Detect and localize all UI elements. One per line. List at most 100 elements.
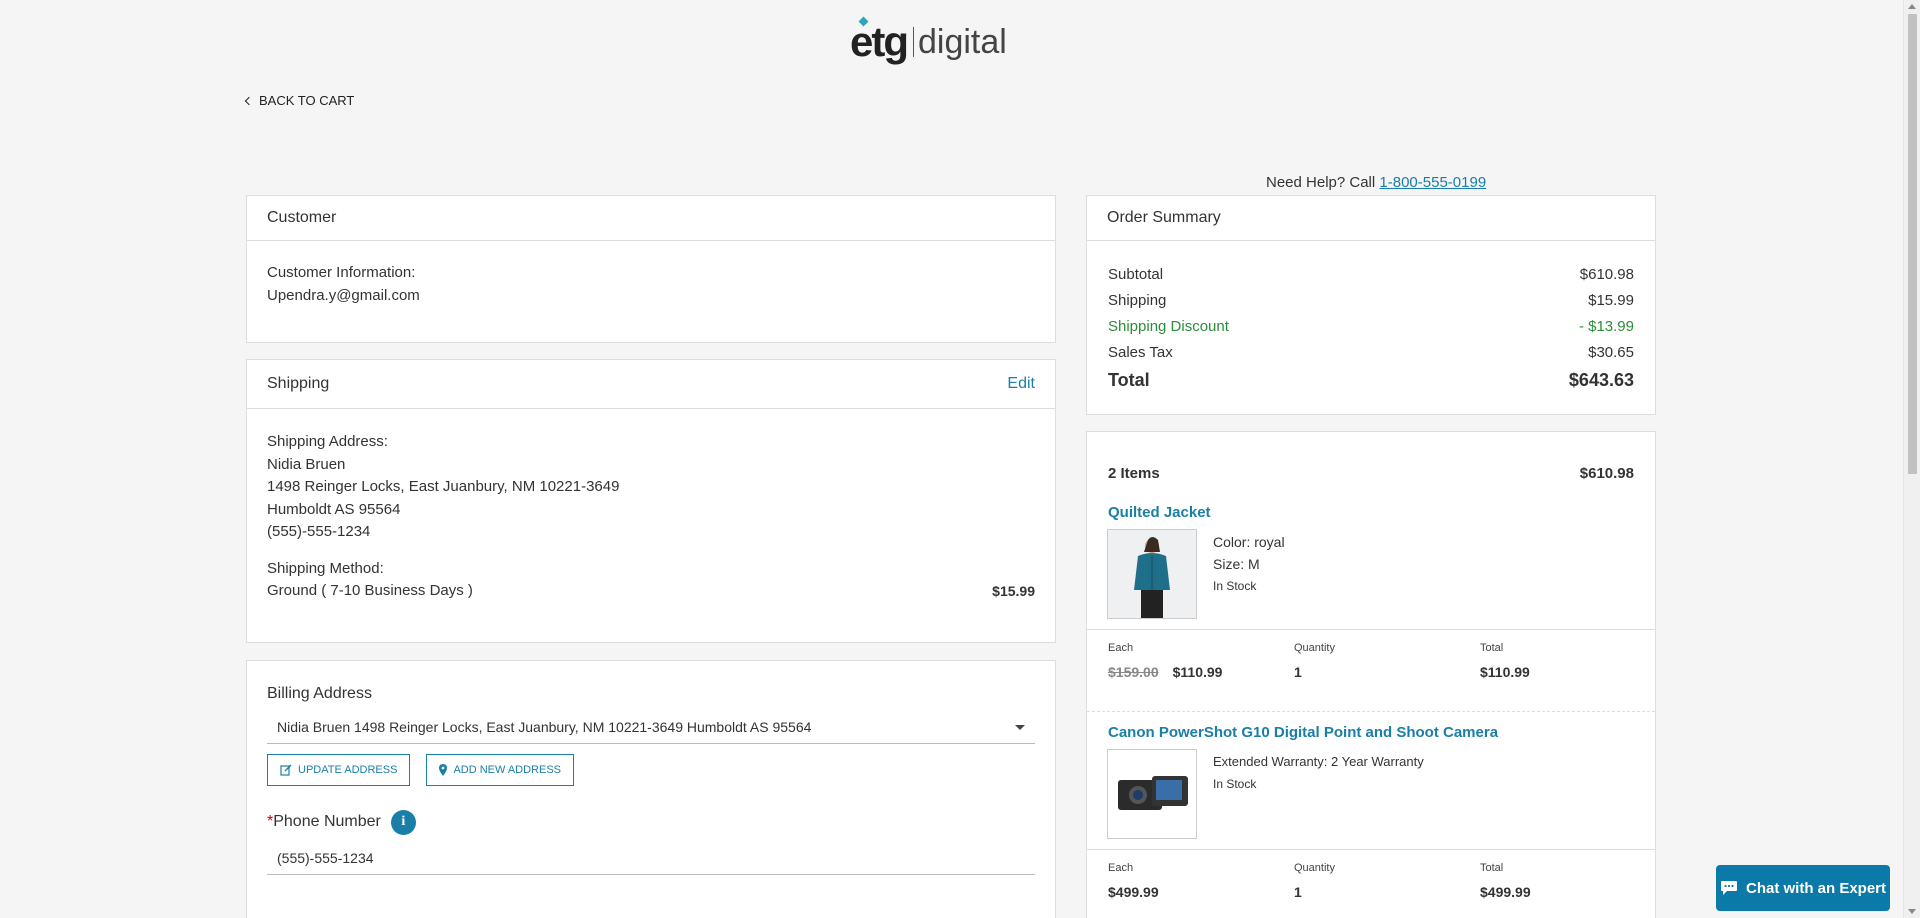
line-total-label: Total	[1480, 642, 1504, 654]
summary-label: Shipping	[1108, 291, 1167, 309]
item-attr-size: Size: M	[1213, 556, 1260, 572]
original-price: $159.00	[1108, 664, 1159, 680]
summary-label: Shipping Discount	[1108, 317, 1229, 335]
help-phone-link[interactable]: 1-800-555-0199	[1379, 174, 1486, 191]
logo-digital: digital	[918, 22, 1007, 61]
help-prefix: Need Help? Call	[1266, 174, 1376, 191]
summary-value: $15.99	[1588, 291, 1634, 309]
shipping-method-label: Shipping Method:	[267, 559, 384, 577]
item-name-link[interactable]: Quilted Jacket	[1087, 504, 1655, 521]
sale-price: $110.99	[1172, 664, 1223, 680]
line-total-value: $110.99	[1480, 664, 1530, 680]
shipping-address-label: Shipping Address:	[267, 433, 388, 450]
shipping-name: Nidia Bruen	[267, 455, 346, 473]
chat-with-expert-button[interactable]: Chat with an Expert	[1716, 865, 1890, 911]
page-scrollbar[interactable]	[1903, 0, 1920, 918]
item-price-row: Each $499.99 Quantity 1 Total $499.99	[1087, 849, 1655, 918]
order-summary-header: Order Summary	[1087, 196, 1655, 241]
chevron-left-icon	[244, 96, 254, 105]
quantity-label: Quantity	[1294, 642, 1335, 654]
summary-row-shipping-discount: Shipping Discount - $13.99	[1108, 313, 1634, 339]
phone-label-text: Phone Number	[273, 812, 381, 830]
item-thumbnail[interactable]	[1107, 749, 1197, 839]
back-to-cart-label: BACK TO CART	[259, 93, 355, 108]
chat-bubble-icon	[1720, 881, 1737, 895]
logo-accent-icon	[858, 16, 869, 27]
order-summary-panel: Order Summary Subtotal $610.98 Shipping …	[1086, 195, 1656, 415]
map-pin-icon	[439, 763, 448, 776]
edit-shipping-link[interactable]: Edit	[1007, 375, 1035, 393]
cart-items-panel: 2 Items $610.98 Quilted Jacket Color: ro…	[1086, 431, 1656, 918]
item-name-link[interactable]: Canon PowerShot G10 Digital Point and Sh…	[1087, 724, 1655, 741]
scroll-down-icon[interactable]	[1908, 909, 1916, 914]
summary-row-sales-tax: Sales Tax $30.65	[1108, 339, 1634, 365]
item-attr-warranty: Extended Warranty: 2 Year Warranty	[1213, 754, 1424, 769]
item-stock-status: In Stock	[1213, 777, 1257, 791]
summary-label: Subtotal	[1108, 265, 1164, 283]
billing-address-select[interactable]: Nidia Bruen 1498 Reinger Locks, East Jua…	[267, 712, 1035, 744]
phone-number-value: (555)-555-1234	[277, 849, 374, 866]
help-line: Need Help? Call 1-800-555-0199	[1266, 174, 1486, 191]
site-logo[interactable]: etg digital	[850, 16, 1007, 66]
customer-email: Upendra.y@gmail.com	[267, 286, 420, 304]
shipping-street: 1498 Reinger Locks, East Juanbury, NM 10…	[267, 478, 620, 495]
sale-price: $499.99	[1108, 884, 1159, 900]
shipping-method-price: $15.99	[992, 583, 1035, 599]
chat-label: Chat with an Expert	[1745, 879, 1887, 897]
customer-title: Customer	[267, 209, 337, 226]
shipping-method: Ground ( 7-10 Business Days )	[267, 582, 473, 599]
item-detail: Extended Warranty: 2 Year Warranty In St…	[1087, 741, 1655, 839]
scroll-up-icon[interactable]	[1908, 4, 1916, 9]
total-label: Total	[1108, 369, 1150, 390]
item-detail: Color: royal Size: M In Stock	[1087, 521, 1655, 619]
summary-value: $610.98	[1579, 265, 1634, 283]
summary-row-total: Total $643.63	[1108, 365, 1634, 395]
shipping-city: Humboldt AS 95564	[267, 500, 401, 518]
line-total-label: Total	[1480, 862, 1504, 874]
phone-number-input[interactable]: (555)-555-1234	[267, 843, 1035, 875]
order-summary-title: Order Summary	[1107, 209, 1221, 226]
item-price-row: Each $159.00 $110.99 Quantity 1 Total $11…	[1087, 629, 1655, 711]
add-new-address-label: ADD NEW ADDRESS	[453, 763, 562, 776]
billing-title: Billing Address	[267, 685, 372, 702]
item-thumbnail[interactable]	[1107, 529, 1197, 619]
each-label: Each	[1108, 862, 1134, 874]
item-attr-color: Color: royal	[1213, 534, 1285, 550]
summary-label: Sales Tax	[1108, 343, 1173, 361]
items-header: 2 Items $610.98	[1087, 432, 1655, 504]
customer-info-label: Customer Information:	[267, 264, 416, 281]
shipping-method-row: Ground ( 7-10 Business Days ) $15.99	[267, 580, 1035, 603]
shipping-header: Shipping Edit	[247, 360, 1055, 409]
summary-row-shipping: Shipping $15.99	[1108, 287, 1634, 313]
back-to-cart-link[interactable]: BACK TO CART	[244, 93, 355, 108]
quantity-value: 1	[1294, 664, 1302, 680]
total-value: $643.63	[1568, 369, 1634, 390]
chevron-down-icon	[1015, 724, 1025, 730]
billing-selected-address: Nidia Bruen 1498 Reinger Locks, East Jua…	[277, 718, 812, 735]
edit-icon	[280, 764, 292, 776]
logo-divider	[913, 27, 914, 57]
items-total: $610.98	[1579, 464, 1634, 482]
add-new-address-button[interactable]: ADD NEW ADDRESS	[426, 753, 575, 786]
shipping-phone: (555)-555-1234	[267, 523, 371, 540]
quantity-label: Quantity	[1294, 862, 1335, 874]
summary-value: $30.65	[1588, 343, 1634, 361]
phone-number-label: *Phone Number i	[267, 809, 1035, 835]
update-address-label: UPDATE ADDRESS	[298, 763, 398, 776]
shipping-title: Shipping	[267, 375, 330, 392]
update-address-button[interactable]: UPDATE ADDRESS	[267, 753, 411, 786]
customer-panel: Customer Customer Information: Upendra.y…	[246, 195, 1056, 343]
item-divider	[1087, 711, 1655, 712]
billing-panel: Billing Address Nidia Bruen 1498 Reinger…	[246, 660, 1056, 918]
info-icon[interactable]: i	[390, 809, 416, 835]
camera-image-icon	[1108, 750, 1196, 838]
summary-value: - $13.99	[1578, 317, 1634, 335]
scrollbar-thumb[interactable]	[1908, 14, 1917, 474]
customer-header: Customer	[247, 196, 1055, 241]
summary-row-subtotal: Subtotal $610.98	[1108, 261, 1634, 287]
item-stock-status: In Stock	[1213, 579, 1257, 593]
each-label: Each	[1108, 642, 1134, 654]
jacket-image-icon	[1108, 530, 1196, 618]
shipping-panel: Shipping Edit Shipping Address: Nidia Br…	[246, 359, 1056, 643]
quantity-value: 1	[1294, 884, 1302, 900]
